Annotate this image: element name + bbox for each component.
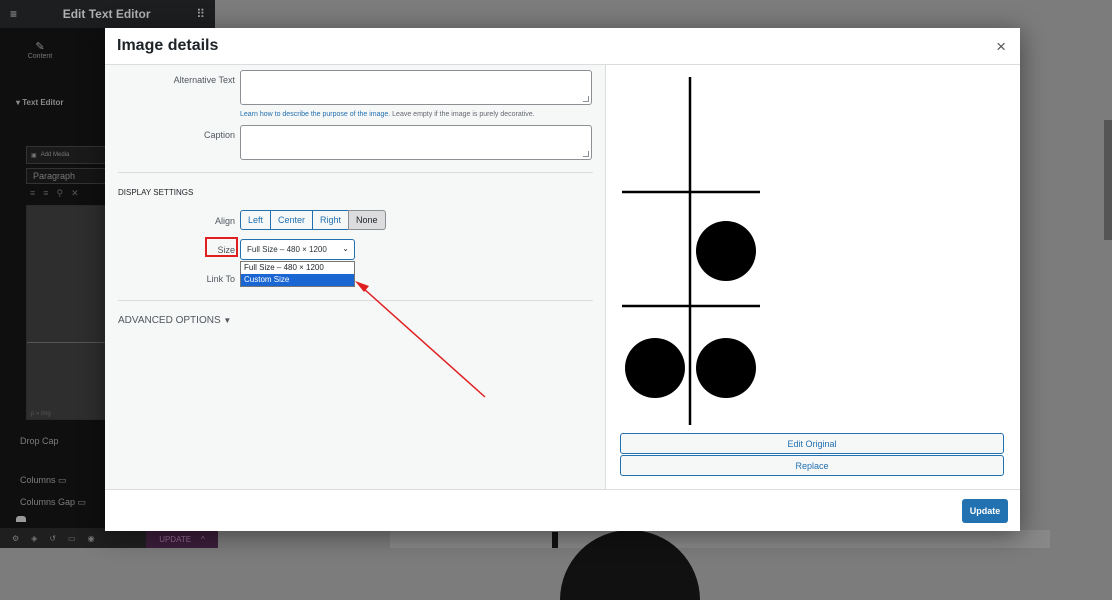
chevron-down-icon: ⌄ — [342, 244, 349, 253]
image-settings-pane: Alternative Text Learn how to describe t… — [105, 65, 606, 489]
paragraph-select[interactable]: Paragraph — [26, 168, 111, 184]
size-label-highlight — [205, 237, 238, 257]
alt-text-field[interactable] — [240, 70, 592, 105]
align-left-button[interactable]: Left — [240, 210, 272, 230]
responsive-icon[interactable]: ▭ — [68, 534, 76, 543]
pencil-icon: ✎ — [35, 41, 45, 53]
media-icon: ▣ — [31, 152, 37, 159]
size-select[interactable]: Full Size – 480 × 1200 ⌄ — [240, 239, 355, 260]
drop-cap-label: Drop Cap — [20, 436, 59, 446]
editor-update-button[interactable]: UPDATE ^ — [146, 530, 218, 548]
columns-gap-label: Columns Gap ▭ — [20, 497, 87, 507]
caption-field[interactable] — [240, 125, 592, 160]
close-icon[interactable]: × — [996, 37, 1006, 57]
editor-toolbar: ≡≡⚲✕ — [30, 188, 87, 198]
modal-header: Image details × — [105, 28, 1020, 65]
add-media-button[interactable]: ▣ Add Media — [26, 146, 108, 164]
modal-footer: Update — [105, 489, 1020, 531]
align-center-button[interactable]: Center — [270, 210, 314, 230]
modal-title: Image details — [117, 37, 219, 54]
size-option-full[interactable]: Full Size – 480 × 1200 — [241, 262, 354, 274]
editor-topbar: ≡ Edit Text Editor ⠿ — [0, 0, 215, 28]
align-none-button[interactable]: None — [348, 210, 386, 230]
align-right-button[interactable]: Right — [312, 210, 350, 230]
advanced-options-toggle[interactable]: ADVANCED OPTIONS ▼ — [118, 315, 231, 326]
align-button-group: Left Center Right None — [240, 210, 386, 230]
update-button[interactable]: Update — [962, 499, 1008, 523]
edit-original-button[interactable]: Edit Original — [620, 433, 1004, 454]
history-icon[interactable]: ↺ — [49, 534, 56, 543]
hamburger-icon[interactable]: ≡ — [10, 7, 17, 21]
divider — [118, 172, 593, 173]
alt-help-link[interactable]: Learn how to describe the purpose of the… — [240, 111, 390, 118]
editor-title: Edit Text Editor — [62, 7, 151, 21]
editor-text-area[interactable]: p » img — [26, 205, 111, 420]
scrollbar[interactable] — [1104, 120, 1112, 240]
image-preview-pane: Edit Original Replace — [606, 65, 1020, 489]
settings-icon[interactable]: ⚙ — [12, 534, 19, 543]
section-text-editor[interactable]: ▾ Text Editor — [16, 98, 63, 107]
size-option-custom[interactable]: Custom Size — [241, 274, 354, 286]
caption-label: Caption — [203, 130, 235, 140]
columns-label: Columns ▭ — [20, 475, 67, 485]
link-to-label: Link To — [206, 274, 235, 284]
collapse-toggle[interactable] — [16, 516, 26, 522]
caret-down-icon: ▼ — [223, 316, 232, 325]
tab-content[interactable]: ✎ Content — [0, 30, 80, 72]
divider — [118, 300, 593, 301]
page-canvas — [390, 530, 1050, 548]
size-dropdown: Full Size – 480 × 1200 Custom Size — [240, 261, 355, 287]
grid-icon[interactable]: ⠿ — [196, 7, 205, 21]
image-details-modal: Image details × Alternative Text Learn h… — [105, 28, 1020, 531]
preview-icon[interactable]: ◉ — [88, 534, 95, 543]
chevron-up-icon: ^ — [201, 534, 205, 544]
alt-text-label: Alternative Text — [173, 75, 235, 85]
display-settings-heading: Display Settings — [118, 188, 194, 197]
path-indicator: p » img — [31, 411, 51, 417]
align-label: Align — [214, 216, 235, 226]
replace-button[interactable]: Replace — [620, 455, 1004, 476]
layers-icon[interactable]: ◈ — [31, 534, 37, 543]
image-preview — [622, 77, 760, 425]
alt-text-help: Learn how to describe the purpose of the… — [240, 111, 535, 118]
canvas-bar — [552, 532, 558, 548]
